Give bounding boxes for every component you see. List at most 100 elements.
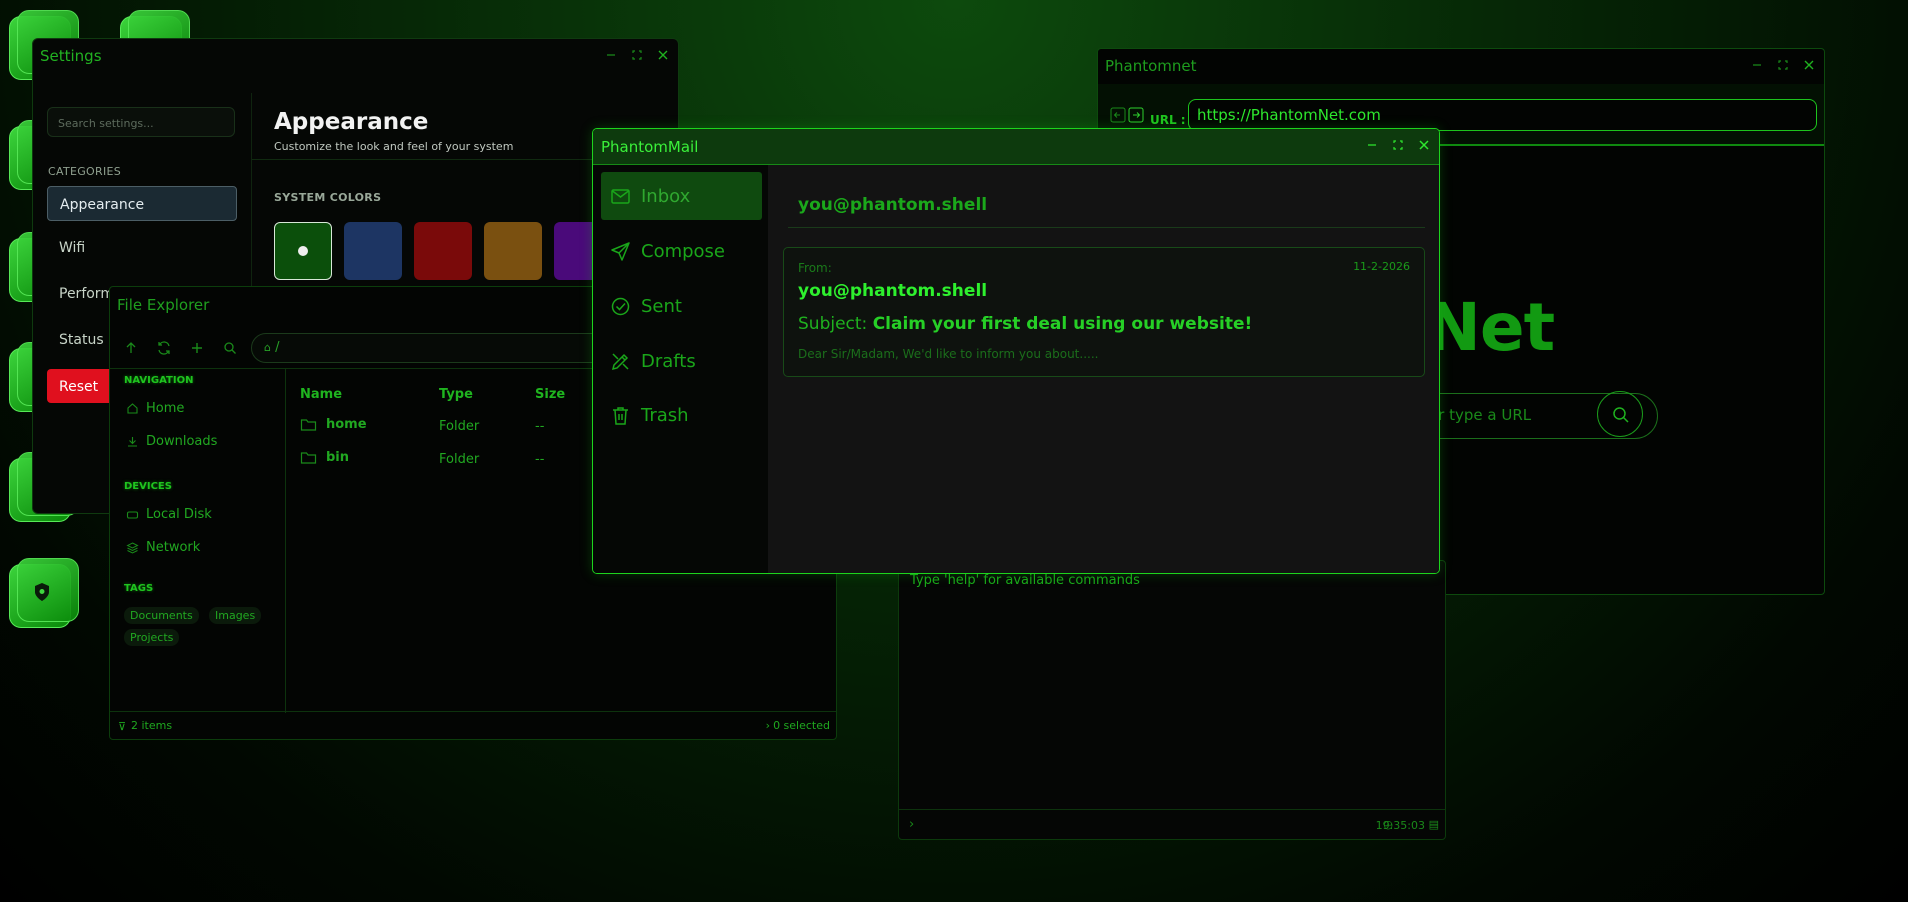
shield-app-icon[interactable] [9,558,81,630]
maximize-icon[interactable] [1776,58,1790,72]
network-icon [126,542,139,554]
mail-message-card[interactable]: From: 11-2-2026 you@phantom.shell Subjec… [783,247,1425,377]
sidebar-item-label: Home [146,401,185,416]
terminal-window[interactable]: Type 'help' for available commands › ◷ 1… [898,560,1446,840]
url-label: URL : [1150,113,1186,127]
back-icon[interactable] [1110,107,1126,123]
tags-section-label: TAGS [124,583,154,594]
table-row[interactable]: home [300,417,367,432]
message-sender: you@phantom.shell [798,281,988,301]
refresh-icon[interactable] [156,340,172,356]
file-size: -- [535,419,545,434]
tag-documents[interactable]: Documents [124,607,199,624]
tag-projects[interactable]: Projects [124,629,180,646]
mail-nav-label: Drafts [641,350,696,372]
settings-search-input[interactable]: Search settings... [47,107,235,137]
disk-icon [126,511,139,519]
folder-icon [300,452,317,464]
sidebar-item-home[interactable]: Home [126,401,184,416]
column-header-type[interactable]: Type [439,387,473,402]
home-icon [127,403,138,414]
trash-icon [613,406,628,425]
message-subject: Subject: Claim your first deal using our… [798,314,1252,334]
column-header-size[interactable]: Size [535,387,565,402]
search-icon[interactable] [222,340,238,356]
mail-account: you@phantom.shell [798,195,988,215]
minimize-icon[interactable] [1750,58,1764,72]
file-explorer-title: File Explorer [117,296,210,314]
mail-nav-inbox[interactable]: Inbox [601,172,762,220]
check-circle-icon [611,297,630,315]
close-icon[interactable] [656,48,670,62]
color-swatch-green[interactable] [274,222,332,280]
message-preview: Dear Sir/Madam, We'd like to inform you … [798,347,1099,361]
categories-label: CATEGORIES [48,165,122,178]
mail-nav-drafts[interactable]: Drafts [601,337,762,385]
minimize-icon[interactable] [1365,138,1379,152]
mail-divider [788,227,1425,228]
message-date: 11-2-2026 [1353,260,1410,273]
item-count: 2 items [131,719,173,732]
home-icon: ⌂ [264,341,271,354]
settings-item-appearance[interactable]: Appearance [47,186,237,221]
table-row[interactable]: bin [300,450,349,465]
column-header-name[interactable]: Name [300,387,342,402]
maximize-icon[interactable] [630,48,644,62]
file-name: home [326,417,367,432]
selected-dot [298,246,308,256]
download-icon [128,437,137,447]
mail-nav-compose[interactable]: Compose [601,227,762,275]
plus-icon[interactable] [189,340,205,356]
mail-nav-trash[interactable]: Trash [601,391,762,439]
browser-titlebar[interactable]: Phantomnet [1098,49,1824,83]
mail-content: you@phantom.shell From: 11-2-2026 you@ph… [768,165,1439,573]
mail-nav-label: Sent [641,295,682,317]
mail-nav-label: Trash [641,404,689,426]
mail-nav-label: Inbox [641,185,691,207]
close-icon[interactable] [1417,138,1431,152]
database-icon: ▤ [1428,818,1439,831]
sidebar-item-downloads[interactable]: Downloads [126,434,217,449]
tag-images[interactable]: Images [209,607,262,624]
color-swatch-orange[interactable] [484,222,542,280]
minimize-icon[interactable] [604,48,618,62]
color-swatch-red[interactable] [414,222,472,280]
forward-icon[interactable] [1128,107,1144,123]
filter-icon: ⊽ [118,720,127,733]
settings-item-wifi[interactable]: Wifi [47,230,237,265]
terminal-hint: Type 'help' for available commands [910,573,1140,588]
sidebar-item-network[interactable]: Network [126,540,200,555]
devices-section-label: DEVICES [124,481,172,492]
settings-title: Settings [40,47,102,65]
sidebar-item-local-disk[interactable]: Local Disk [126,507,212,522]
settings-heading: Appearance [274,109,429,135]
url-input[interactable]: https://PhantomNet.com [1188,99,1817,131]
close-icon[interactable] [1802,58,1816,72]
settings-titlebar[interactable]: Settings [33,39,678,73]
browser-title: Phantomnet [1105,57,1197,75]
system-colors-label: SYSTEM COLORS [274,191,382,204]
file-type: Folder [439,452,480,467]
mail-title: PhantomMail [601,138,699,156]
terminal-input-bar[interactable]: › ◷ 19:35:03 ▤ [899,809,1445,839]
maximize-icon[interactable] [1391,138,1405,152]
up-arrow-icon[interactable] [123,340,139,356]
path-text: / [275,340,280,355]
file-size: -- [535,452,545,467]
mail-icon [611,188,630,204]
prompt-chevron-icon: › [909,817,915,832]
selected-count: 0 selected [773,719,830,732]
mail-sidebar: Inbox Compose Sent Drafts Trash [593,165,768,573]
subject-label: Subject: [798,314,868,334]
mail-window[interactable]: PhantomMail Inbox Compose Sent Drafts Tr… [592,128,1440,574]
file-name: bin [326,450,350,465]
mail-titlebar[interactable]: PhantomMail [593,129,1439,165]
file-type: Folder [439,419,480,434]
color-swatch-blue[interactable] [344,222,402,280]
mail-nav-sent[interactable]: Sent [601,282,762,330]
navigation-section-label: NAVIGATION [124,375,194,386]
shield-icon [35,583,49,601]
settings-subheading: Customize the look and feel of your syst… [274,140,514,153]
browser-search-button[interactable] [1597,391,1643,437]
terminal-time: 19:35:03 [1375,819,1425,832]
